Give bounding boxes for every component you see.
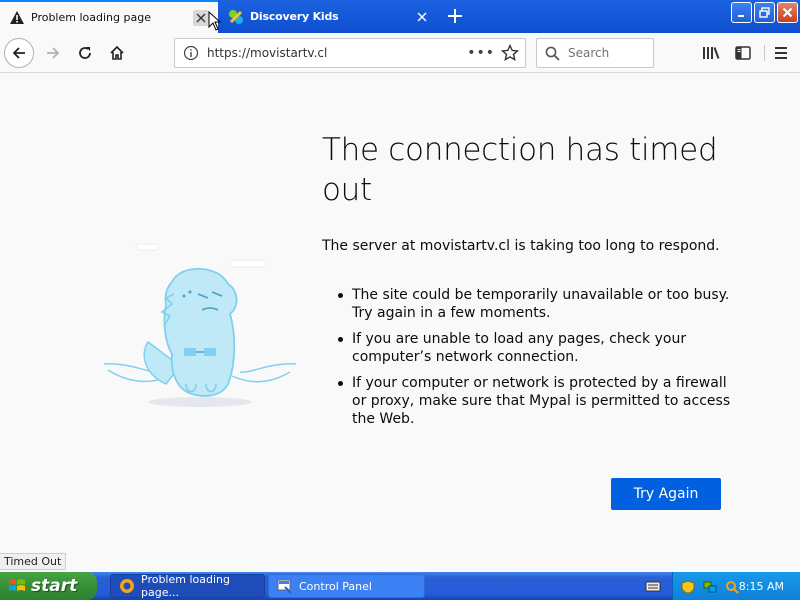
hamburger-menu-icon: [775, 47, 787, 59]
bookmark-star-icon[interactable]: [500, 43, 520, 62]
close-tab-icon[interactable]: [414, 9, 430, 25]
close-window-button[interactable]: [777, 2, 798, 23]
reload-button[interactable]: [70, 38, 100, 68]
search-tray-icon[interactable]: [725, 579, 739, 594]
forward-arrow-icon: [47, 47, 60, 59]
library-icon: [703, 47, 720, 59]
search-icon: [545, 46, 560, 61]
library-button[interactable]: [696, 38, 726, 68]
restore-button[interactable]: [754, 2, 775, 23]
tab-strip: Problem loading page Discovery Kids: [0, 0, 800, 33]
window-controls: [731, 2, 798, 23]
tab-title: Problem loading page: [31, 11, 151, 24]
site-info-icon[interactable]: [183, 45, 199, 61]
page-actions-icon[interactable]: •••: [467, 45, 495, 61]
forward-button[interactable]: [38, 38, 68, 68]
error-page: The connection has timed out The server …: [0, 74, 800, 572]
keyboard-icon[interactable]: [645, 578, 661, 594]
clock[interactable]: 8:15 AM: [739, 580, 784, 593]
tab-problem-loading[interactable]: Problem loading page: [0, 0, 218, 33]
list-item: If your computer or network is protected…: [338, 374, 742, 428]
home-button[interactable]: [102, 38, 132, 68]
taskbar-item-label: Problem loading page...: [141, 573, 230, 599]
sidebar-button[interactable]: [728, 38, 758, 68]
mouse-cursor-icon: [208, 10, 222, 31]
tab-title: Discovery Kids: [250, 10, 339, 23]
back-arrow-icon: [12, 47, 25, 59]
search-bar[interactable]: [536, 38, 654, 68]
taskbar-item-browser[interactable]: Problem loading page...: [110, 573, 265, 599]
security-shield-icon[interactable]: [681, 579, 695, 594]
start-label: start: [31, 576, 78, 596]
list-item: If you are unable to load any pages, che…: [338, 330, 742, 366]
close-tab-icon[interactable]: [193, 9, 209, 26]
discovery-kids-favicon-icon: [228, 9, 244, 25]
home-icon: [110, 45, 124, 60]
new-tab-button[interactable]: [444, 5, 466, 27]
error-suggestions-list: The site could be temporarily unavailabl…: [338, 286, 742, 436]
taskbar: start Problem loading page... Control Pa…: [0, 572, 800, 600]
url-bar[interactable]: https://movistartv.cl •••: [174, 38, 526, 68]
menu-button[interactable]: [766, 38, 796, 68]
network-icon[interactable]: [703, 579, 717, 593]
back-button[interactable]: [4, 38, 34, 68]
browser-icon: [119, 578, 135, 594]
try-again-button[interactable]: Try Again: [611, 478, 721, 510]
tab-discovery-kids[interactable]: Discovery Kids: [220, 0, 438, 33]
taskbar-item-label: Control Panel: [299, 579, 372, 593]
navigation-toolbar: https://movistartv.cl •••: [0, 33, 800, 73]
taskbar-item-control-panel[interactable]: Control Panel: [268, 574, 425, 598]
start-button[interactable]: start: [0, 572, 97, 600]
system-tray: 8:15 AM: [672, 572, 800, 600]
status-bar: Timed Out: [0, 553, 67, 570]
toolbar-separator: [764, 45, 765, 61]
search-input[interactable]: [568, 46, 648, 60]
dinosaur-unplugged-illustration: [100, 234, 300, 414]
error-description: The server at movistartv.cl is taking to…: [322, 238, 720, 254]
sidebar-icon: [735, 46, 751, 60]
windows-logo-icon: [9, 579, 25, 591]
url-text[interactable]: https://movistartv.cl: [207, 46, 467, 60]
minimize-button[interactable]: [731, 2, 752, 23]
control-panel-icon: [277, 578, 293, 594]
warning-icon: [9, 10, 25, 26]
error-title: The connection has timed out: [322, 132, 718, 208]
reload-icon: [79, 47, 91, 59]
list-item: The site could be temporarily unavailabl…: [338, 286, 742, 322]
